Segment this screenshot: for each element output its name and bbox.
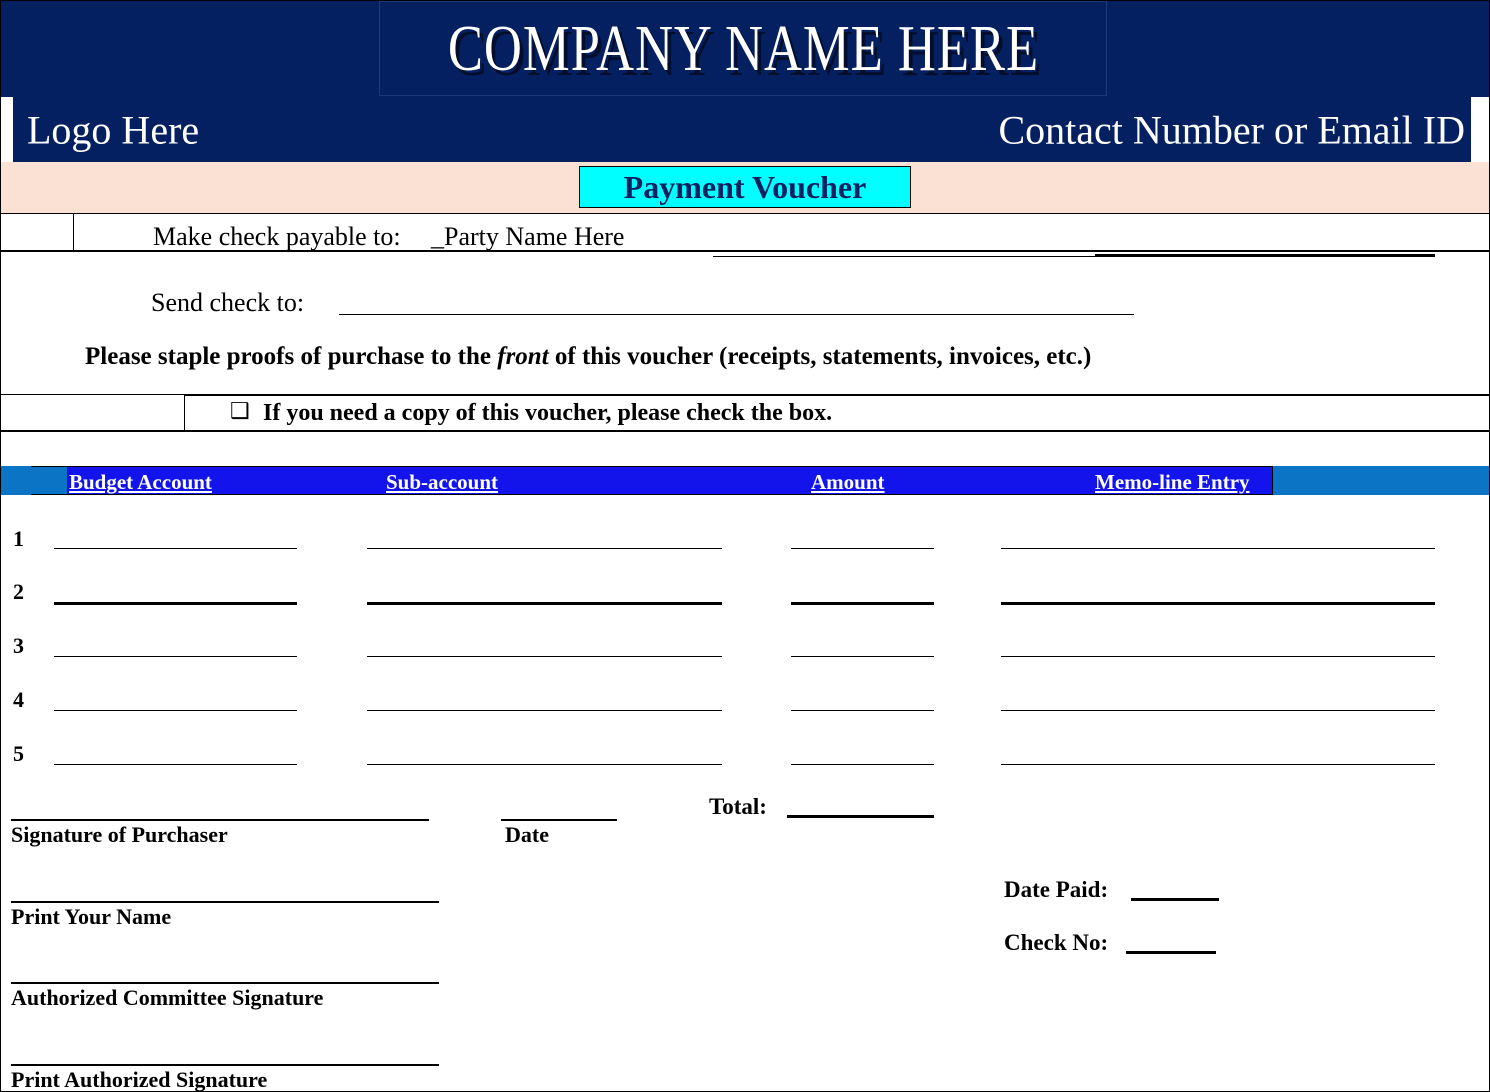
payable-to-label: Make check payable to: (153, 222, 401, 251)
date-label: Date (505, 822, 549, 847)
row-2-amount-field[interactable] (791, 602, 934, 605)
copy-checkbox-icon[interactable]: ❑ (230, 400, 250, 422)
row-2-memo-field[interactable] (1001, 602, 1435, 605)
row-number-1: 1 (13, 526, 24, 551)
row-number-2: 2 (13, 579, 24, 604)
column-header-memo-line-entry: Memo-line Entry (1095, 470, 1250, 494)
check-no-field[interactable] (1126, 951, 1216, 954)
row-1-budget-account-field[interactable] (54, 548, 297, 549)
total-label: Total: (709, 794, 767, 819)
table-header-steel-cap (31, 467, 67, 494)
signature-of-purchaser-field[interactable] (11, 819, 429, 821)
send-check-to-label: Send check to: (151, 288, 305, 317)
row-3-sub-account-field[interactable] (367, 656, 722, 657)
company-name-band: Company Name Here (1, 1, 1489, 97)
row-2-sub-account-field[interactable] (367, 602, 722, 605)
row-4-sub-account-field[interactable] (367, 710, 722, 711)
payable-row: Make check payable to: _Party Name Here (1, 213, 1489, 257)
signature-of-purchaser-label: Signature of Purchaser (11, 822, 228, 847)
copy-request-cell: ❑ If you need a copy of this voucher, pl… (184, 395, 1489, 430)
row-3-amount-field[interactable] (791, 656, 934, 657)
date-field[interactable] (501, 819, 617, 821)
payment-voucher-document: Company Name Here Logo Here Contact Numb… (0, 0, 1490, 1092)
date-paid-field[interactable] (1131, 898, 1219, 901)
row-1-memo-field[interactable] (1001, 548, 1435, 549)
voucher-title-text: Payment Voucher (623, 168, 867, 205)
column-header-budget-account: Budget Account (69, 470, 212, 494)
column-header-amount: Amount (811, 470, 885, 494)
row-5-amount-field[interactable] (791, 764, 934, 765)
send-check-block: Send check to: Please staple proofs of p… (1, 252, 1489, 395)
row-4-amount-field[interactable] (791, 710, 934, 711)
print-authorized-signature-label: Print Authorized Signature (11, 1067, 268, 1092)
contact-placeholder-text[interactable]: Contact Number or Email ID (998, 106, 1465, 153)
row-4-memo-field[interactable] (1001, 710, 1435, 711)
copy-request-row: ❑ If you need a copy of this voucher, pl… (1, 395, 1489, 431)
row-number-4: 4 (13, 687, 24, 712)
row-1-amount-field[interactable] (791, 548, 934, 549)
staple-emphasis: front (497, 343, 549, 370)
date-paid-label: Date Paid: (1004, 877, 1109, 902)
payable-to-value[interactable]: _Party Name Here (431, 222, 624, 252)
row-5-budget-account-field[interactable] (54, 764, 297, 765)
copy-request-label: If you need a copy of this voucher, plea… (263, 400, 833, 426)
row-4-budget-account-field[interactable] (54, 710, 297, 711)
row-number-3: 3 (13, 633, 24, 658)
company-name-text: Company Name Here (447, 11, 1039, 86)
table-header-blue-band (31, 466, 1273, 495)
company-name-box[interactable]: Company Name Here (379, 1, 1107, 96)
print-authorized-signature-field[interactable] (11, 1064, 439, 1066)
row-3-memo-field[interactable] (1001, 656, 1435, 657)
check-no-label: Check No: (1004, 930, 1109, 955)
total-value-field[interactable] (787, 815, 934, 818)
row-5-memo-field[interactable] (1001, 764, 1435, 765)
authorized-committee-signature-label: Authorized Committee Signature (11, 985, 324, 1010)
column-header-sub-account: Sub-account (386, 470, 499, 494)
row-1-sub-account-field[interactable] (367, 548, 722, 549)
row-number-5: 5 (13, 741, 24, 766)
row-5-sub-account-field[interactable] (367, 764, 722, 765)
section-divider (1, 431, 1489, 432)
logo-placeholder-text[interactable]: Logo Here (27, 106, 199, 153)
row-3-budget-account-field[interactable] (54, 656, 297, 657)
send-check-to-rule[interactable] (339, 314, 1134, 315)
authorized-committee-signature-field[interactable] (11, 982, 439, 984)
logo-contact-band: Logo Here Contact Number or Email ID (13, 97, 1471, 162)
print-your-name-field[interactable] (11, 901, 439, 903)
print-your-name-label: Print Your Name (11, 904, 172, 929)
row-2-budget-account-field[interactable] (54, 602, 297, 605)
voucher-title-box: Payment Voucher (579, 166, 911, 208)
staple-text-after: of this voucher (receipts, statements, i… (548, 343, 1092, 370)
staple-instruction: Please staple proofs of purchase to the … (85, 343, 1091, 371)
staple-text-before: Please staple proofs of purchase to the (85, 343, 498, 370)
